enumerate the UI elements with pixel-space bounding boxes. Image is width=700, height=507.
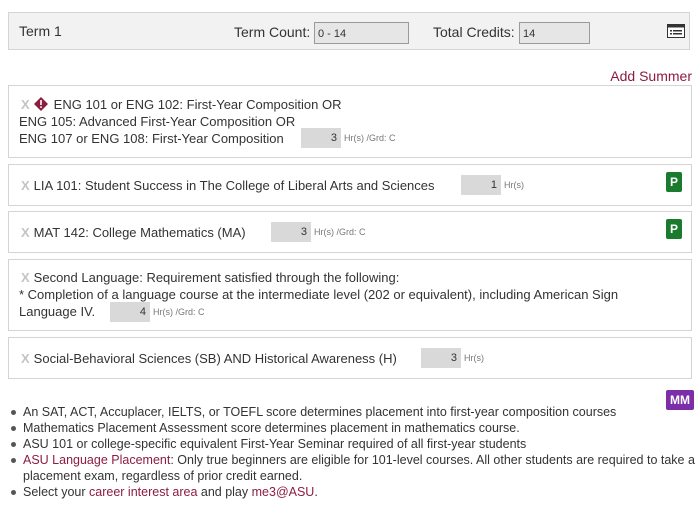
hours-field[interactable]: 4 (110, 302, 150, 322)
remove-course-icon[interactable]: X (21, 351, 30, 366)
note-item: An SAT, ACT, Accuplacer, IELTS, or TOEFL… (10, 404, 698, 420)
course-card-sb-h: X Social-Behavioral Sciences (SB) AND His… (8, 337, 692, 379)
p-badge[interactable]: P (666, 172, 682, 192)
hours-grade-suffix: Hr(s) /Grd: C (314, 227, 366, 237)
course-line: X ENG 101 or ENG 102: First-Year Composit… (21, 97, 341, 112)
note-text: and play (197, 485, 252, 499)
remove-course-icon[interactable]: X (21, 270, 30, 285)
course-line: X LIA 101: Student Success in The College… (21, 178, 435, 193)
course-title-line-2: * Completion of a language course at the… (19, 287, 619, 302)
course-title-line-3: ENG 107 or ENG 108: First-Year Compositi… (19, 131, 284, 146)
remove-course-icon[interactable]: X (21, 178, 30, 193)
course-title: LIA 101: Student Success in The College … (33, 178, 435, 193)
me3-link[interactable]: me3@ASU (252, 485, 315, 499)
hours-grade-suffix: Hr(s) /Grd: C (153, 307, 205, 317)
course-title-line-2: ENG 105: Advanced First-Year Composition… (19, 114, 296, 129)
total-credits-label: Total Credits: (433, 24, 515, 40)
hours-suffix: Hr(s) (464, 353, 484, 363)
hours-grade-suffix: Hr(s) /Grd: C (344, 133, 396, 143)
course-title-line-3: Language IV. (19, 304, 96, 319)
course-title: MAT 142: College Mathematics (MA) (33, 225, 246, 240)
note-item: ASU 101 or college-specific equivalent F… (10, 436, 698, 452)
hours-field[interactable]: 1 (461, 175, 501, 195)
note-text: Select your (23, 485, 90, 499)
note-item: Select your career interest area and pla… (10, 484, 698, 500)
add-summer-link[interactable]: Add Summer (610, 68, 692, 84)
course-line: X Social-Behavioral Sciences (SB) AND His… (21, 351, 397, 366)
p-badge[interactable]: P (666, 219, 682, 239)
remove-course-icon[interactable]: X (21, 225, 30, 240)
degree-map-page: Term 1 Term Count: 0 - 14 Total Credits:… (0, 0, 700, 507)
hours-suffix: Hr(s) (504, 180, 524, 190)
note-item: Mathematics Placement Assessment score d… (10, 420, 698, 436)
note-text: . (314, 485, 318, 499)
course-line: X MAT 142: College Mathematics (MA) (21, 225, 246, 240)
hours-field[interactable]: 3 (301, 128, 341, 148)
hours-field[interactable]: 3 (271, 222, 311, 242)
term-count-label: Term Count: (234, 24, 311, 40)
notes-list: An SAT, ACT, Accuplacer, IELTS, or TOEFL… (10, 404, 698, 500)
career-interest-link[interactable]: career interest area (89, 485, 197, 499)
term-title: Term 1 (19, 23, 62, 39)
list-icon[interactable] (667, 24, 685, 38)
course-card-second-language: X Second Language: Requirement satisfied … (8, 259, 692, 331)
course-title: ENG 101 or ENG 102: First-Year Compositi… (53, 97, 342, 112)
remove-course-icon[interactable]: X (21, 97, 30, 112)
note-item: ASU Language Placement: Only true beginn… (10, 452, 698, 484)
total-credits-field[interactable]: 14 (519, 22, 590, 44)
course-title: Second Language: Requirement satisfied t… (33, 270, 400, 285)
term-header: Term 1 Term Count: 0 - 14 Total Credits:… (8, 12, 690, 50)
course-card-eng: X ENG 101 or ENG 102: First-Year Composit… (8, 85, 692, 158)
course-title: Social-Behavioral Sciences (SB) AND Hist… (33, 351, 397, 366)
course-card-lia: X LIA 101: Student Success in The College… (8, 164, 692, 206)
alert-icon (33, 97, 48, 111)
language-placement-link[interactable]: ASU Language Placement (23, 453, 170, 467)
term-count-field[interactable]: 0 - 14 (314, 22, 409, 44)
hours-field[interactable]: 3 (421, 348, 461, 368)
course-card-mat: X MAT 142: College Mathematics (MA) 3 Hr(… (8, 211, 692, 253)
course-line: X Second Language: Requirement satisfied … (21, 270, 399, 285)
